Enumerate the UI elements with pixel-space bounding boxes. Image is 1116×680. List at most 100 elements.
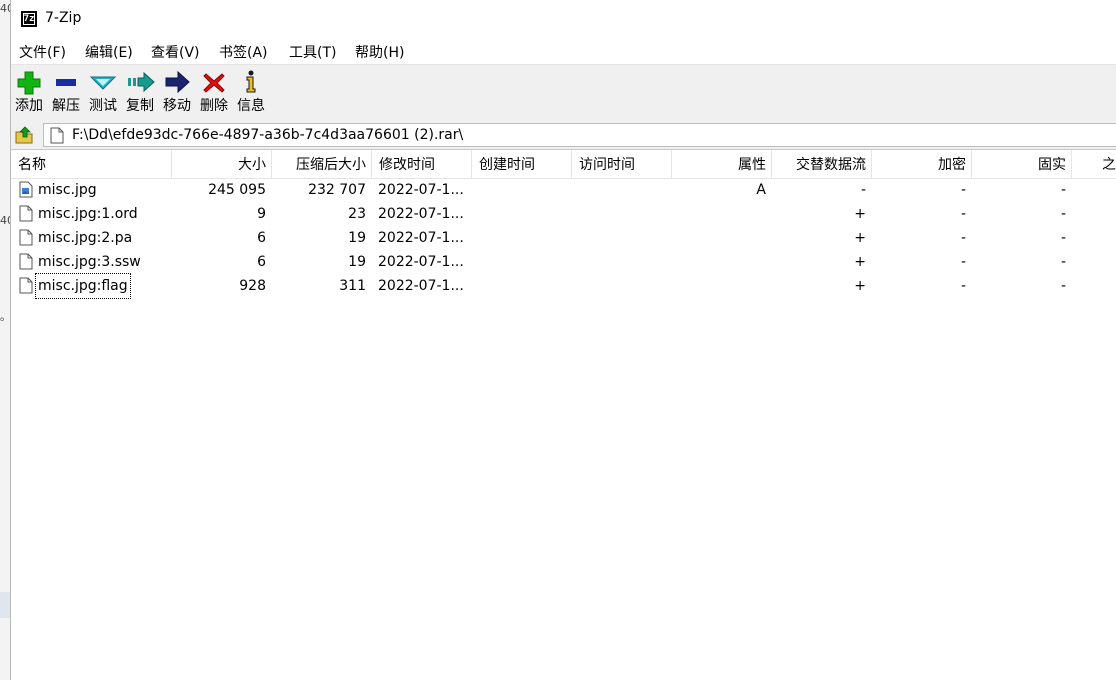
- column-created[interactable]: 创建时间: [472, 150, 572, 178]
- menu-bookmarks[interactable]: 书签(A): [219, 42, 268, 62]
- modified-cell: 2022-07-1...: [378, 206, 464, 222]
- column-accessed[interactable]: 访问时间: [572, 150, 672, 178]
- test-button[interactable]: 测试: [85, 67, 121, 117]
- column-solid[interactable]: 固实: [972, 150, 1072, 178]
- file-list: 名称 大小 压缩后大小 修改时间 创建时间 访问时间 属性 交替数据流 加密 固…: [11, 150, 1116, 680]
- extract-button[interactable]: 解压: [48, 67, 84, 117]
- file-name: misc.jpg: [38, 182, 97, 198]
- modified-cell: 2022-07-1...: [378, 230, 464, 246]
- modified-cell: 2022-07-1...: [378, 278, 464, 294]
- solid-cell: -: [1060, 206, 1066, 222]
- encrypted-cell: -: [960, 230, 966, 246]
- alt-streams-cell: +: [854, 278, 866, 294]
- encrypted-cell: -: [960, 278, 966, 294]
- delete-x-icon: [196, 67, 232, 95]
- created-cell: [478, 250, 572, 274]
- modified-cell: 2022-07-1...: [378, 182, 464, 198]
- packed-size-cell: 23: [348, 206, 366, 222]
- column-encrypted[interactable]: 加密: [872, 150, 972, 178]
- column-name[interactable]: 名称: [11, 150, 172, 178]
- 7zip-app-icon[interactable]: 7z: [21, 11, 37, 27]
- solid-cell: -: [1060, 278, 1066, 294]
- move-button[interactable]: 移动: [159, 67, 195, 117]
- column-comment[interactable]: 之: [1072, 150, 1116, 178]
- menu-view[interactable]: 查看(V): [151, 42, 200, 62]
- solid-cell: -: [1060, 182, 1066, 198]
- attributes-cell: [672, 250, 766, 274]
- move-label: 移动: [163, 98, 191, 114]
- info-button[interactable]: 信息: [233, 67, 269, 117]
- plus-icon: [11, 67, 47, 95]
- title-bar[interactable]: 7z 7-Zip: [11, 0, 1116, 38]
- size-cell: 6: [257, 230, 266, 246]
- encrypted-cell: -: [960, 254, 966, 270]
- copy-button[interactable]: 复制: [122, 67, 158, 117]
- accessed-cell: [578, 274, 672, 298]
- column-packed-size[interactable]: 压缩后大小: [272, 150, 372, 178]
- packed-size-cell: 232 707: [308, 182, 366, 198]
- menu-file[interactable]: 文件(F): [19, 42, 66, 62]
- path-field[interactable]: F:\Dd\efde93dc-766e-4897-a36b-7c4d3aa766…: [43, 123, 1116, 147]
- menu-bar: 文件(F) 编辑(E) 查看(V) 书签(A) 工具(T) 帮助(H): [11, 38, 1116, 64]
- alt-streams-cell: +: [854, 230, 866, 246]
- column-modified[interactable]: 修改时间: [372, 150, 472, 178]
- solid-cell: -: [1060, 254, 1066, 270]
- attributes-cell: [672, 274, 766, 298]
- file-row[interactable]: misc.jpg 245 095 232 707 2022-07-1... A - - -: [11, 178, 1116, 202]
- created-cell: [478, 226, 572, 250]
- accessed-cell: [578, 250, 672, 274]
- file-name: misc.jpg:2.pa: [38, 230, 133, 246]
- size-cell: 9: [257, 206, 266, 222]
- alt-streams-cell: -: [860, 182, 866, 198]
- size-cell: 928: [239, 278, 266, 294]
- accessed-cell: [578, 226, 672, 250]
- add-label: 添加: [15, 98, 43, 114]
- add-button[interactable]: 添加: [11, 67, 47, 117]
- delete-label: 删除: [200, 98, 228, 114]
- created-cell: [478, 202, 572, 226]
- packed-size-cell: 19: [348, 230, 366, 246]
- folder-up-icon[interactable]: [13, 124, 35, 146]
- delete-button[interactable]: 删除: [196, 67, 232, 117]
- size-cell: 245 095: [208, 182, 266, 198]
- file-row[interactable]: misc.jpg:3.ssw 6 19 2022-07-1... + - -: [11, 250, 1116, 274]
- minus-icon: [48, 67, 84, 95]
- copy-arrow-icon: [122, 67, 158, 95]
- alt-streams-cell: +: [854, 254, 866, 270]
- size-cell: 6: [257, 254, 266, 270]
- solid-cell: -: [1060, 230, 1066, 246]
- info-icon: [233, 67, 269, 95]
- attributes-cell: A: [756, 182, 766, 198]
- check-chevron-icon: [85, 67, 121, 95]
- window-title: 7-Zip: [45, 10, 82, 26]
- column-size[interactable]: 大小: [172, 150, 272, 178]
- background-selection: [0, 592, 10, 618]
- menu-help[interactable]: 帮助(H): [355, 42, 404, 62]
- alt-streams-cell: +: [854, 206, 866, 222]
- file-row[interactable]: misc.jpg:flag 928 311 2022-07-1... + - -: [11, 273, 1116, 299]
- file-row[interactable]: misc.jpg:1.ord 9 23 2022-07-1... + - -: [11, 202, 1116, 226]
- archive-file-icon: [50, 127, 64, 148]
- menu-edit[interactable]: 编辑(E): [85, 42, 133, 62]
- copy-label: 复制: [126, 98, 154, 114]
- packed-size-cell: 311: [339, 278, 366, 294]
- move-arrow-icon: [159, 67, 195, 95]
- file-name: misc.jpg:flag: [35, 273, 131, 299]
- test-label: 测试: [89, 98, 117, 114]
- address-bar: F:\Dd\efde93dc-766e-4897-a36b-7c4d3aa766…: [11, 121, 1116, 150]
- attributes-cell: [672, 226, 766, 250]
- file-row[interactable]: misc.jpg:2.pa 6 19 2022-07-1... + - -: [11, 226, 1116, 250]
- path-text: F:\Dd\efde93dc-766e-4897-a36b-7c4d3aa766…: [72, 127, 464, 143]
- accessed-cell: [578, 202, 672, 226]
- created-cell: [478, 274, 572, 298]
- menu-tools[interactable]: 工具(T): [289, 42, 336, 62]
- file-name: misc.jpg:3.ssw: [38, 254, 141, 270]
- info-label: 信息: [237, 98, 265, 114]
- accessed-cell: [578, 178, 672, 202]
- packed-size-cell: 19: [348, 254, 366, 270]
- column-header-row: 名称 大小 压缩后大小 修改时间 创建时间 访问时间 属性 交替数据流 加密 固…: [11, 150, 1116, 179]
- modified-cell: 2022-07-1...: [378, 254, 464, 270]
- column-attributes[interactable]: 属性: [672, 150, 772, 178]
- column-alt-streams[interactable]: 交替数据流: [772, 150, 872, 178]
- created-cell: [478, 178, 572, 202]
